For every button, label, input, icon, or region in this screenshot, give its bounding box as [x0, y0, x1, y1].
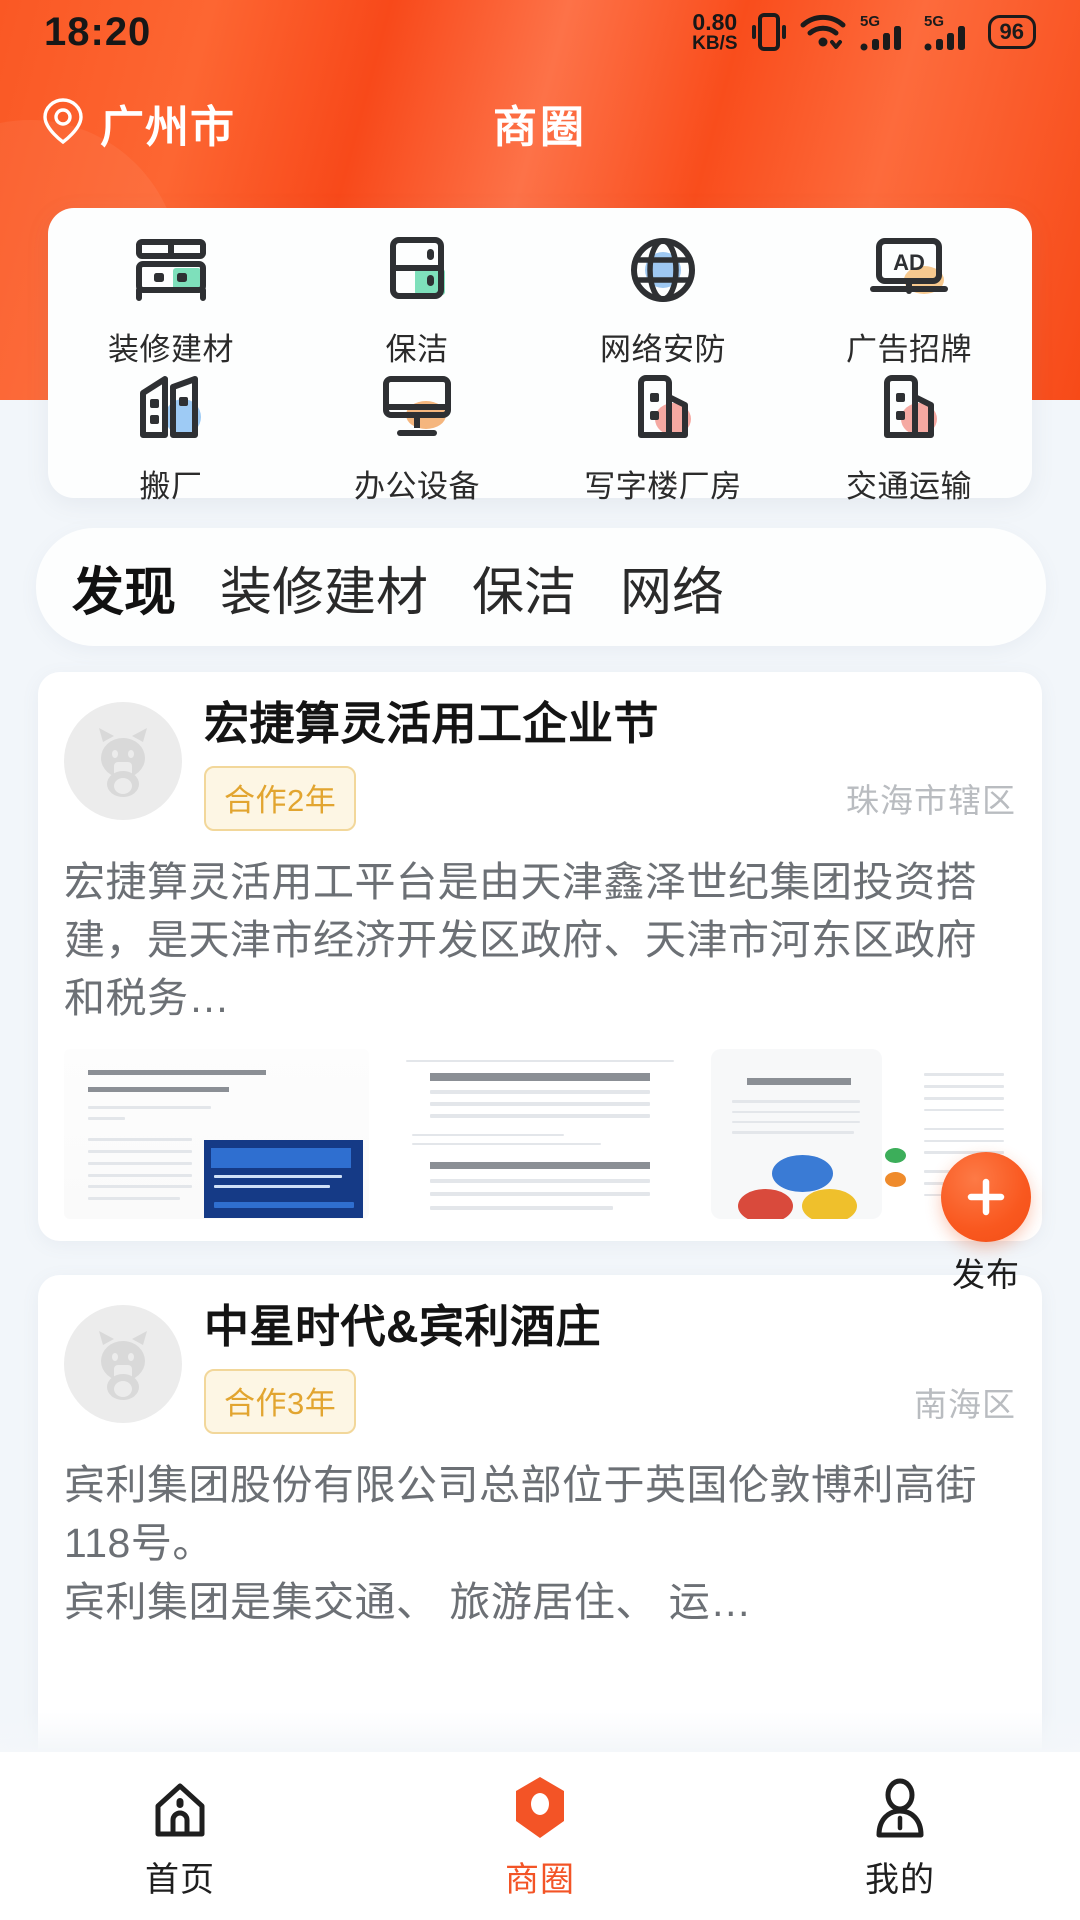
ad-board-icon: AD	[863, 232, 955, 310]
cabinet-icon	[371, 232, 463, 310]
status-bar: 18:20 0.80 KB/S 5G 5G 96	[0, 0, 1080, 64]
location-label: 广州市	[100, 103, 235, 152]
location-selector[interactable]: 广州市	[40, 91, 235, 155]
avatar	[64, 702, 182, 820]
network-speed-unit: KB/S	[692, 33, 738, 54]
category-item-baojie[interactable]: 保洁	[294, 232, 540, 369]
card-meta: 合作3年 南海区	[204, 1369, 1016, 1435]
category-label: 保洁	[385, 332, 449, 367]
category-grid: 装修建材 保洁 网络安防 AD 广告招牌 搬厂 办公设备 写字楼厂房 交通运输	[48, 208, 1032, 504]
category-tabs: 发现 装修建材 保洁 网络	[36, 528, 1046, 646]
category-label: 广告招牌	[846, 332, 972, 367]
category-label: 搬厂	[139, 469, 203, 504]
network-speed-value: 0.80	[692, 9, 738, 35]
svg-text:5G: 5G	[924, 13, 944, 30]
location-pin-icon	[40, 96, 86, 151]
card-body-text: 宾利集团股份有限公司总部位于英国伦敦博利高街118号。 宾利集团是集交通、 旅游…	[64, 1462, 977, 1625]
category-item-xiezilouchangfang[interactable]: 写字楼厂房	[540, 369, 786, 506]
card-header-main: 宏捷算灵活用工企业节 合作2年 珠海市辖区	[204, 698, 1016, 831]
nav-item-home[interactable]: 首页	[80, 1772, 280, 1901]
status-badge: 合作3年	[204, 1369, 357, 1435]
card-meta: 合作2年 珠海市辖区	[204, 765, 1016, 831]
bottom-navigation: 首页 商圈 我的	[0, 1752, 1080, 1920]
card-header-main: 中星时代&宾利酒庄 合作3年 南海区	[204, 1301, 1016, 1435]
transport-building-icon	[863, 369, 955, 447]
signal-icon: 5G	[860, 11, 910, 53]
signal-icon: 5G	[924, 11, 974, 53]
category-label: 网络安防	[600, 332, 726, 367]
category-label: 写字楼厂房	[584, 469, 742, 504]
category-item-bangongshebei[interactable]: 办公设备	[294, 369, 540, 506]
wifi-icon	[800, 12, 846, 52]
avatar	[64, 1305, 182, 1424]
nav-label: 商圈	[505, 1860, 575, 1899]
svg-text:AD: AD	[893, 250, 925, 275]
category-item-jiaotongyunshu[interactable]: 交通运输	[786, 369, 1032, 506]
thumbnail-image[interactable]	[387, 1049, 693, 1220]
monitor-icon	[371, 369, 463, 447]
factory-move-icon	[125, 369, 217, 447]
publish-fab-label: 发布	[952, 1256, 1020, 1293]
vibrate-icon	[751, 12, 786, 52]
globe-icon	[617, 232, 709, 310]
card-thumbnails	[64, 1049, 1016, 1220]
category-label: 交通运输	[846, 469, 972, 504]
card-header: 宏捷算灵活用工企业节 合作2年 珠海市辖区	[64, 698, 1016, 831]
nav-item-mine[interactable]: 我的	[800, 1772, 1000, 1901]
category-item-zhuangxiujiancai[interactable]: 装修建材	[48, 232, 294, 369]
status-badge: 合作2年	[204, 765, 357, 831]
svg-text:5G: 5G	[860, 13, 880, 30]
category-item-banchang[interactable]: 搬厂	[48, 369, 294, 506]
status-icons: 0.80 KB/S 5G 5G 96	[692, 11, 1036, 53]
feed-list: 宏捷算灵活用工企业节 合作2年 珠海市辖区 宏捷算灵活用工平台是由天津鑫泽世纪集…	[0, 672, 1080, 1879]
list-item[interactable]: 宏捷算灵活用工企业节 合作2年 珠海市辖区 宏捷算灵活用工平台是由天津鑫泽世纪集…	[38, 672, 1042, 1242]
nav-label: 首页	[145, 1860, 215, 1899]
category-item-guanggaozhaopai[interactable]: AD 广告招牌	[786, 232, 1032, 369]
card-region: 珠海市辖区	[846, 782, 1016, 820]
category-label: 装修建材	[108, 332, 234, 367]
tab-faxian[interactable]: 发现	[72, 550, 176, 625]
battery-icon: 96	[987, 14, 1036, 50]
publish-fab[interactable]: 发布	[930, 1152, 1042, 1296]
tab-wangluo[interactable]: 网络	[620, 550, 724, 625]
person-icon	[868, 1772, 932, 1842]
tab-baojie[interactable]: 保洁	[472, 550, 576, 625]
card-title: 宏捷算灵活用工企业节	[204, 698, 660, 749]
building-material-icon	[125, 232, 217, 310]
page-title-text: 商圈	[493, 103, 587, 152]
card-region: 南海区	[914, 1385, 1016, 1423]
office-building-icon	[617, 369, 709, 447]
tab-zhuangxiujiancai[interactable]: 装修建材	[220, 550, 428, 625]
card-body-text: 宏捷算灵活用工平台是由天津鑫泽世纪集团投资搭建，是天津市经济开发区政府、天津市河…	[64, 858, 977, 1022]
status-clock: 18:20	[44, 9, 152, 54]
category-item-wangluoanfang[interactable]: 网络安防	[540, 232, 786, 369]
header-nav-row: 广州市 商圈	[0, 78, 1080, 168]
nav-label: 我的	[865, 1860, 935, 1899]
home-icon	[148, 1772, 212, 1842]
card-header: 中星时代&宾利酒庄 合作3年 南海区	[64, 1301, 1016, 1435]
app-screen: 18:20 0.80 KB/S 5G 5G 96 广州市 商圈 装修建材 保洁 …	[0, 0, 1080, 1920]
category-label: 办公设备	[354, 469, 480, 504]
plus-icon[interactable]	[941, 1152, 1031, 1242]
nav-item-business-circle[interactable]: 商圈	[440, 1772, 640, 1901]
network-speed-indicator: 0.80 KB/S	[692, 9, 738, 54]
thumbnail-image[interactable]	[64, 1049, 370, 1220]
business-circle-icon	[508, 1772, 572, 1842]
card-title: 中星时代&宾利酒庄	[204, 1301, 601, 1353]
